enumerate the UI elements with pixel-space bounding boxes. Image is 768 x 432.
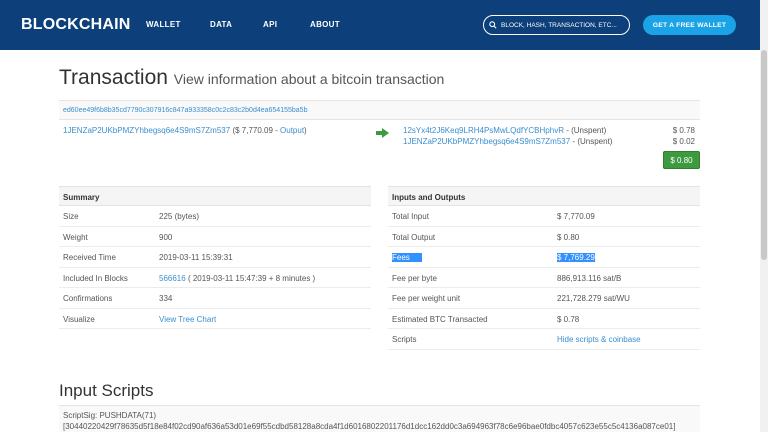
fees-label: Fees [392, 253, 422, 262]
table-row: Confirmations 334 [59, 288, 371, 309]
transaction-hash-bar: ed60ee49f6b8b35cd7790c307916c847a933358c… [59, 100, 700, 120]
input-output-link[interactable]: Output [280, 126, 304, 135]
weight-value: 900 [159, 232, 173, 242]
summary-table: Summary Size 225 (bytes) Weight 900 Rece… [59, 186, 371, 329]
inputs-outputs-heading: Inputs and Outputs [388, 186, 700, 206]
received-time-label: Received Time [63, 253, 116, 262]
scripts-label: Scripts [392, 335, 417, 344]
table-row: Estimated BTC Transacted $ 0.78 [388, 309, 700, 329]
total-input-value: $ 7,770.09 [557, 212, 595, 221]
arrow-right-icon [376, 125, 389, 143]
table-row: Included In Blocks 566616 ( 2019-03-11 1… [59, 268, 371, 288]
block-time-detail: ( 2019-03-11 15:47:39 + 8 minutes ) [187, 273, 316, 283]
output-amount: $ 0.78 [672, 126, 695, 135]
nav-wallet[interactable]: WALLET [146, 20, 181, 29]
nav-data[interactable]: DATA [210, 20, 232, 29]
table-row: Fee per byte 886,913.116 sat/B [388, 268, 700, 288]
table-row: Scripts Hide scripts & coinbase [388, 329, 700, 350]
top-navbar: BLOCKCHAIN WALLET DATA API ABOUT GET A F… [0, 0, 768, 50]
scrollbar-thumb[interactable] [761, 50, 767, 260]
size-label: Size [63, 212, 79, 221]
page-title: Transaction View information about a bit… [59, 66, 444, 90]
fees-value: $ 7,769.29 [557, 253, 595, 262]
input-address-link[interactable]: 1JENZaP2UKbPMZYhbegsq6e4S9mS7Zm537 [63, 126, 230, 135]
block-height-link[interactable]: 566616 [159, 274, 186, 283]
fee-per-byte-value: 886,913.116 sat/B [557, 273, 622, 283]
included-in-blocks-label: Included In Blocks [63, 273, 128, 283]
table-row: Size 225 (bytes) [59, 206, 371, 227]
total-output-label: Total Output [392, 232, 436, 242]
view-tree-chart-link[interactable]: View Tree Chart [159, 315, 216, 324]
nav-api[interactable]: API [263, 20, 277, 29]
nav-about[interactable]: ABOUT [310, 20, 340, 29]
table-row: Received Time 2019-03-11 15:39:31 [59, 247, 371, 268]
visualize-label: Visualize [63, 314, 95, 324]
output-amount: $ 0.02 [672, 137, 695, 146]
total-output-value: $ 0.80 [557, 232, 580, 242]
fee-per-weight-value: 221,728.279 sat/WU [557, 294, 630, 303]
brand-logo[interactable]: BLOCKCHAIN [21, 16, 131, 34]
page-scrollbar[interactable] [760, 0, 768, 432]
confirmations-label: Confirmations [63, 294, 113, 303]
search-icon [489, 21, 497, 29]
input-script-box: ScriptSig: PUSHDATA(71) [30440220429f786… [59, 405, 700, 432]
size-value: 225 (bytes) [159, 212, 200, 221]
search-box[interactable] [483, 15, 630, 35]
table-row: Total Input $ 7,770.09 [388, 206, 700, 227]
fee-per-byte-label: Fee per byte [392, 273, 437, 283]
table-row: Total Output $ 0.80 [388, 227, 700, 247]
fee-per-weight-label: Fee per weight unit [392, 294, 461, 303]
input-scripts-heading: Input Scripts [59, 381, 154, 400]
script-sig-line: ScriptSig: PUSHDATA(71) [63, 411, 157, 420]
output-row: 1JENZaP2UKbPMZYhbegsq6e4S9mS7Zm537 - (Un… [403, 137, 613, 146]
page-title-subtitle: View information about a bitcoin transac… [173, 71, 445, 87]
summary-heading: Summary [59, 186, 371, 206]
hide-scripts-link[interactable]: Hide scripts & coinbase [557, 335, 641, 344]
input-value: $ 7,770.09 [235, 126, 273, 135]
confirmations-value: 334 [159, 294, 173, 303]
input-row: 1JENZaP2UKbPMZYhbegsq6e4S9mS7Zm537 ($ 7,… [63, 126, 307, 135]
output-status: Unspent [580, 137, 610, 146]
total-input-label: Total Input [392, 212, 429, 221]
output-row: 12sYx4t2J6Keq9LRH4PsMwLQdfYCBHphvR - (Un… [403, 126, 607, 135]
received-time-value: 2019-03-11 15:39:31 [159, 253, 233, 262]
inputs-outputs-table: Inputs and Outputs Total Input $ 7,770.0… [388, 186, 700, 350]
total-output-badge[interactable]: $ 0.80 [663, 151, 700, 169]
included-in-blocks-value: 566616 ( 2019-03-11 15:47:39 + 8 minutes… [159, 274, 315, 283]
output-status: Unspent [573, 126, 604, 135]
weight-label: Weight [63, 232, 88, 242]
output-address-link[interactable]: 1JENZaP2UKbPMZYhbegsq6e4S9mS7Zm537 [403, 137, 570, 146]
search-input[interactable] [501, 21, 621, 29]
estimated-btc-label: Estimated BTC Transacted [392, 314, 488, 324]
script-data-line: [30440220429f78635d5f18e84f02cd90af636a5… [63, 422, 676, 431]
page-title-main: Transaction [59, 66, 168, 89]
table-row: Weight 900 [59, 227, 371, 247]
output-address-link[interactable]: 12sYx4t2J6Keq9LRH4PsMwLQdfYCBHphvR [403, 126, 564, 135]
transaction-hash-link[interactable]: ed60ee49f6b8b35cd7790c307916c847a933358c… [63, 107, 307, 114]
table-row: Fee per weight unit 221,728.279 sat/WU [388, 288, 700, 309]
table-row: Visualize View Tree Chart [59, 309, 371, 329]
table-row: Fees $ 7,769.29 [388, 247, 700, 268]
estimated-btc-value: $ 0.78 [557, 314, 580, 324]
get-free-wallet-button[interactable]: GET A FREE WALLET [643, 15, 736, 35]
